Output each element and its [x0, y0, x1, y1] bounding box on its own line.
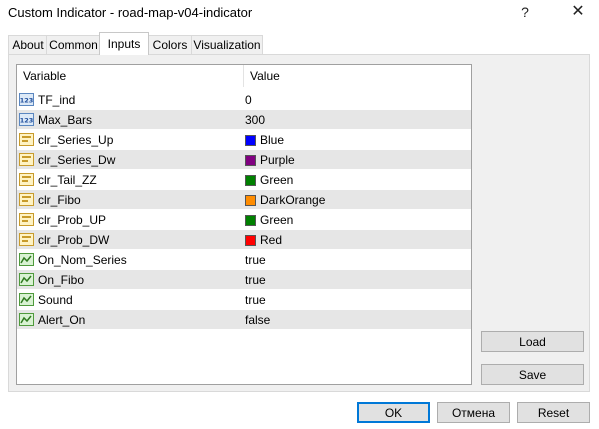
color-icon — [19, 133, 34, 146]
tab-common[interactable]: Common — [46, 35, 101, 54]
variable-name: Max_Bars — [38, 113, 93, 127]
table-row[interactable]: Sound true — [17, 290, 471, 310]
variable-name: clr_Prob_UP — [38, 213, 107, 227]
color-swatch — [245, 235, 256, 246]
table-row[interactable]: 123 TF_ind 0 — [17, 90, 471, 110]
value-text: Green — [260, 213, 294, 227]
table-row[interactable]: clr_Fibo DarkOrange — [17, 190, 471, 210]
table-row[interactable]: On_Nom_Series true — [17, 250, 471, 270]
color-swatch — [245, 215, 256, 226]
value-text: 0 — [245, 93, 252, 107]
load-button[interactable]: Load — [481, 331, 584, 352]
boolean-icon — [19, 273, 34, 286]
svg-text:123: 123 — [20, 97, 34, 105]
variable-value[interactable]: true — [245, 253, 266, 267]
variable-name: Sound — [38, 293, 73, 307]
value-text: true — [245, 253, 266, 267]
variable-value[interactable]: 300 — [245, 113, 265, 127]
help-icon[interactable]: ? — [514, 2, 536, 22]
boolean-icon — [19, 293, 34, 306]
number-icon: 123 — [19, 113, 34, 126]
svg-text:123: 123 — [20, 117, 34, 125]
variable-name: On_Nom_Series — [38, 253, 127, 267]
value-text: DarkOrange — [260, 193, 326, 207]
color-swatch — [245, 155, 256, 166]
variable-value[interactable]: Blue — [245, 133, 284, 147]
variable-value[interactable]: true — [245, 273, 266, 287]
value-text: Purple — [260, 153, 295, 167]
variable-value[interactable]: 0 — [245, 93, 252, 107]
table-row[interactable]: clr_Prob_DW Red — [17, 230, 471, 250]
inputs-table: Variable Value 123 TF_ind 0 123 Max_Bars 300 c… — [16, 64, 472, 385]
column-header-value[interactable]: Value — [250, 69, 280, 83]
table-header: Variable Value — [17, 65, 471, 87]
value-text: true — [245, 273, 266, 287]
value-text: false — [245, 313, 271, 327]
variable-name: Alert_On — [38, 313, 86, 327]
variable-name: clr_Series_Up — [38, 133, 114, 147]
variable-value[interactable]: Purple — [245, 153, 295, 167]
title-bar: Custom Indicator - road-map-v04-indicato… — [0, 0, 599, 26]
tab-inputs[interactable]: Inputs — [99, 32, 149, 55]
table-row[interactable]: clr_Tail_ZZ Green — [17, 170, 471, 190]
reset-button[interactable]: Reset — [517, 402, 590, 423]
number-icon: 123 — [19, 93, 34, 106]
tab-about[interactable]: About — [8, 35, 48, 54]
value-text: 300 — [245, 113, 266, 127]
table-row[interactable]: clr_Prob_UP Green — [17, 210, 471, 230]
variable-value[interactable]: Green — [245, 173, 293, 187]
variable-value[interactable]: DarkOrange — [245, 193, 325, 207]
color-swatch — [245, 195, 256, 206]
variable-name: clr_Tail_ZZ — [38, 173, 97, 187]
variable-name: TF_ind — [38, 93, 76, 107]
table-row[interactable]: clr_Series_Up Blue — [17, 130, 471, 150]
color-swatch — [245, 175, 256, 186]
save-button[interactable]: Save — [481, 364, 584, 385]
variable-name: clr_Prob_DW — [38, 233, 110, 247]
variable-name: clr_Fibo — [38, 193, 81, 207]
table-row[interactable]: clr_Series_Dw Purple — [17, 150, 471, 170]
column-divider[interactable] — [243, 65, 244, 87]
color-icon — [19, 193, 34, 206]
variable-value[interactable]: true — [245, 293, 266, 307]
variable-name: On_Fibo — [38, 273, 85, 287]
color-swatch — [245, 135, 256, 146]
window-title: Custom Indicator - road-map-v04-indicato… — [8, 5, 253, 20]
value-text: Red — [260, 233, 283, 247]
value-text: Green — [260, 173, 294, 187]
table-row[interactable]: 123 Max_Bars 300 — [17, 110, 471, 130]
close-icon[interactable]: ✕ — [566, 2, 590, 22]
color-icon — [19, 213, 34, 226]
color-icon — [19, 233, 34, 246]
color-icon — [19, 173, 34, 186]
table-row[interactable]: Alert_On false — [17, 310, 471, 330]
ok-button[interactable]: OK — [357, 402, 430, 423]
tab-visualization[interactable]: Visualization — [191, 35, 263, 54]
variable-name: clr_Series_Dw — [38, 153, 116, 167]
cancel-button[interactable]: Отмена — [437, 402, 510, 423]
column-header-variable[interactable]: Variable — [23, 69, 66, 83]
table-row[interactable]: On_Fibo true — [17, 270, 471, 290]
tab-colors[interactable]: Colors — [147, 35, 193, 54]
variable-value[interactable]: Red — [245, 233, 282, 247]
value-text: true — [245, 293, 266, 307]
boolean-icon — [19, 253, 34, 266]
value-text: Blue — [260, 133, 285, 147]
boolean-icon — [19, 313, 34, 326]
color-icon — [19, 153, 34, 166]
variable-value[interactable]: Green — [245, 213, 293, 227]
variable-value[interactable]: false — [245, 313, 270, 327]
table-body: 123 TF_ind 0 123 Max_Bars 300 clr_Series_Up Blu… — [17, 90, 471, 330]
